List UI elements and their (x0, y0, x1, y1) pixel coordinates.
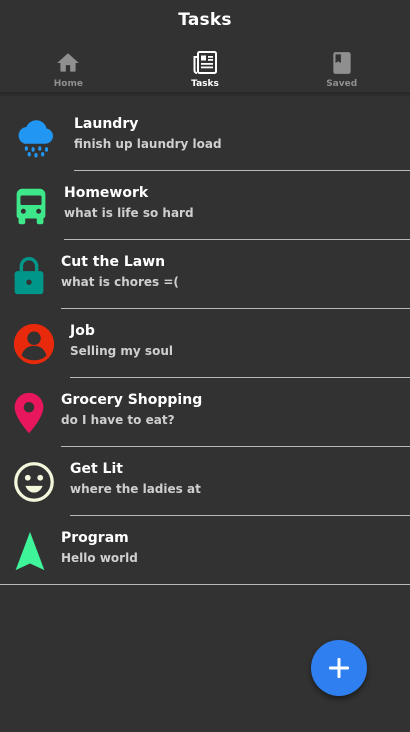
app-bar: Tasks (0, 0, 410, 44)
bus-icon (8, 183, 54, 229)
map-pin-icon (6, 390, 52, 436)
plus-icon (329, 658, 349, 678)
book-icon (333, 52, 351, 74)
list-item[interactable]: Get Lit where the ladies at (0, 447, 410, 516)
row-divider (0, 584, 410, 585)
task-title: Job (70, 323, 95, 339)
tab-tasks[interactable]: Tasks (137, 44, 274, 92)
task-title: Grocery Shopping (61, 392, 203, 408)
lock-icon (6, 252, 52, 298)
tab-saved[interactable]: Saved (273, 44, 410, 92)
task-subtitle: Hello world (61, 551, 138, 565)
tab-bar-shadow (0, 92, 410, 97)
home-icon (57, 53, 80, 72)
tab-label-saved: Saved (326, 79, 358, 89)
list-item[interactable]: Laundry finish up laundry load (0, 102, 410, 171)
page-title: Tasks (178, 10, 232, 30)
task-subtitle: what is life so hard (64, 206, 194, 220)
task-subtitle: where the ladies at (70, 482, 201, 496)
tab-label-tasks: Tasks (191, 79, 219, 89)
tab-home[interactable]: Home (0, 44, 137, 92)
task-title: Homework (64, 185, 149, 201)
person-icon (11, 321, 57, 367)
task-subtitle: Selling my soul (70, 344, 173, 358)
task-title: Get Lit (70, 461, 123, 477)
task-subtitle: what is chores =( (61, 275, 179, 289)
task-subtitle: finish up laundry load (74, 137, 222, 151)
rain-cloud-icon (12, 114, 58, 160)
list-item[interactable]: Homework what is life so hard (0, 171, 410, 240)
task-title: Program (61, 530, 129, 546)
smiley-icon (11, 459, 57, 505)
list-item[interactable]: Cut the Lawn what is chores =( (0, 240, 410, 309)
tab-label-home: Home (53, 79, 83, 89)
task-subtitle: do I have to eat? (61, 413, 175, 427)
task-title: Laundry (74, 116, 139, 132)
list-item[interactable]: Job Selling my soul (0, 309, 410, 378)
add-task-button[interactable] (311, 640, 367, 696)
task-title: Cut the Lawn (61, 254, 166, 270)
list-item[interactable]: Grocery Shopping do I have to eat? (0, 378, 410, 447)
tab-bar: Home Tasks Saved (0, 44, 410, 92)
newspaper-icon (193, 51, 217, 74)
task-list: Laundry finish up laundry load Homework … (0, 102, 410, 585)
navigation-arrow-icon (7, 528, 53, 574)
list-item[interactable]: Program Hello world (0, 516, 410, 585)
